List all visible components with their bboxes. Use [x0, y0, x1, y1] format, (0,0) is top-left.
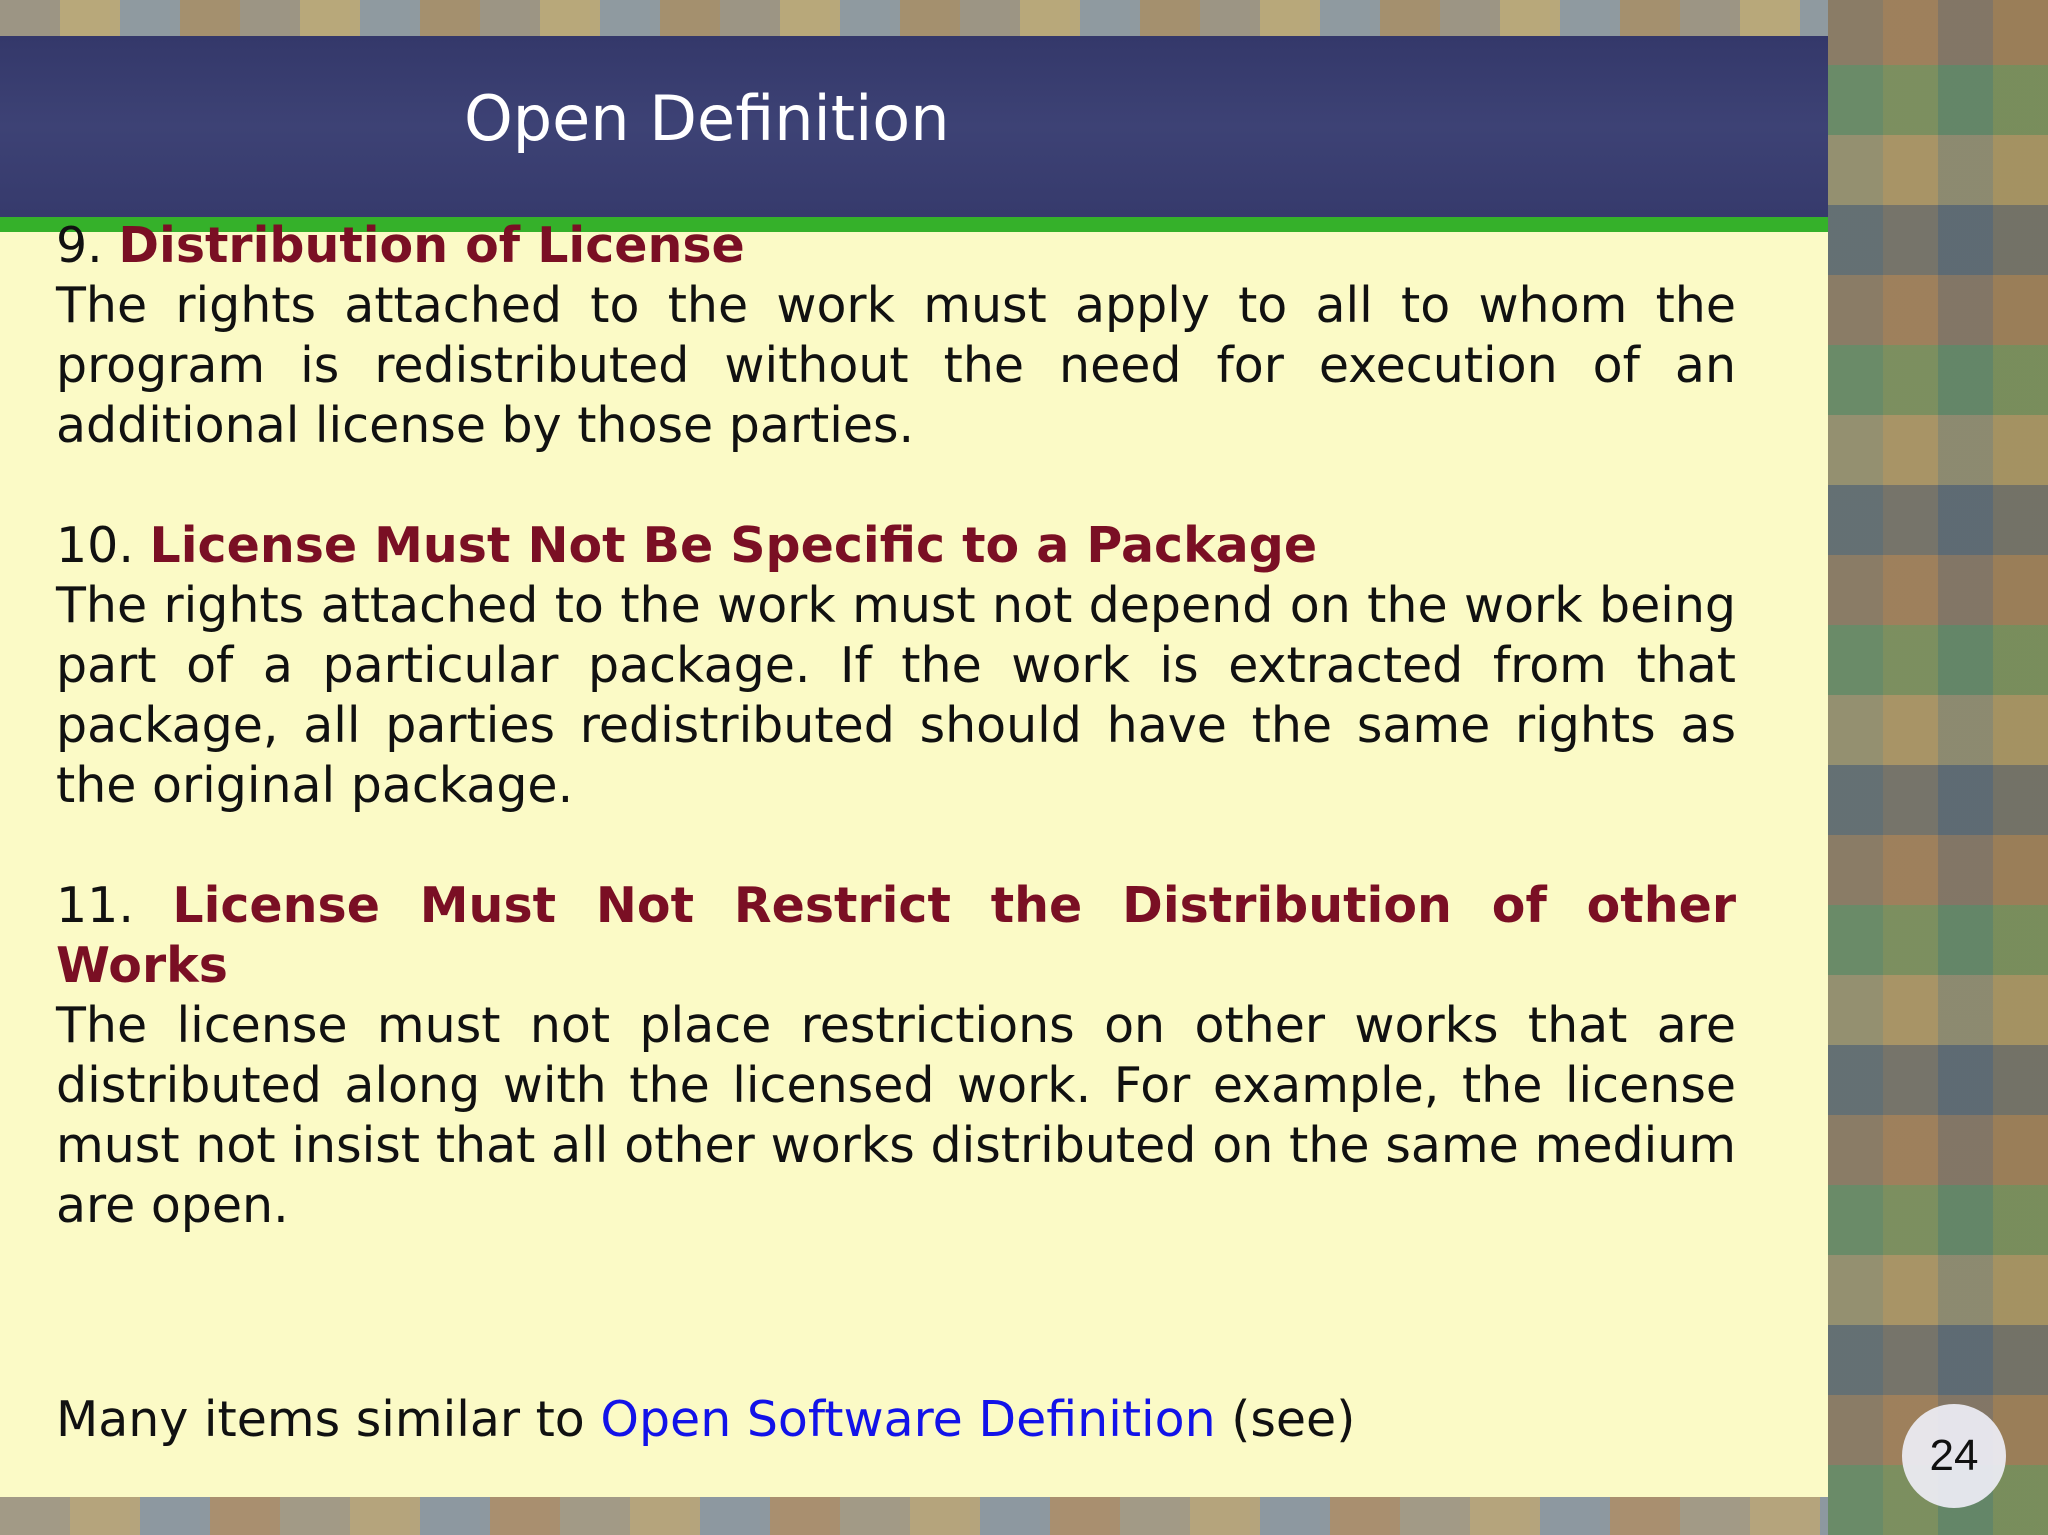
footer-note: Many items similar to Open Software Defi…	[56, 1390, 1355, 1450]
footer-suffix: (see)	[1231, 1391, 1356, 1448]
section-title: License Must Not Be Specific to a Packag…	[149, 517, 1318, 574]
section-body: The rights attached to the work must not…	[56, 577, 1736, 814]
section-body: The rights attached to the work must app…	[56, 277, 1736, 454]
title-bar: Open Definition	[0, 36, 1828, 217]
background-border-bottom	[0, 1497, 1828, 1535]
section-number: 9.	[56, 217, 103, 274]
slide-content: 9. Distribution of License The rights at…	[56, 216, 1736, 1296]
open-software-definition-link[interactable]: Open Software Definition	[600, 1391, 1215, 1448]
footer-prefix: Many items similar to	[56, 1391, 585, 1448]
section-title: License Must Not Restrict the Distributi…	[56, 877, 1736, 994]
background-border-top	[0, 0, 1828, 36]
section-body: The license must not place restrictions …	[56, 997, 1736, 1234]
page-number: 24	[1929, 1431, 1979, 1480]
section-11: 11. License Must Not Restrict the Distri…	[56, 876, 1736, 1236]
page-number-badge: 24	[1902, 1404, 2006, 1508]
section-number: 11.	[56, 877, 134, 934]
background-border-right	[1828, 0, 2048, 1535]
section-9: 9. Distribution of License The rights at…	[56, 216, 1736, 456]
slide-title: Open Definition	[464, 82, 950, 155]
section-heading: 9. Distribution of License	[56, 216, 1736, 276]
section-10: 10. License Must Not Be Specific to a Pa…	[56, 516, 1736, 816]
section-heading: 11. License Must Not Restrict the Distri…	[56, 876, 1736, 996]
section-number: 10.	[56, 517, 134, 574]
section-title: Distribution of License	[118, 217, 745, 274]
section-heading: 10. License Must Not Be Specific to a Pa…	[56, 516, 1736, 576]
